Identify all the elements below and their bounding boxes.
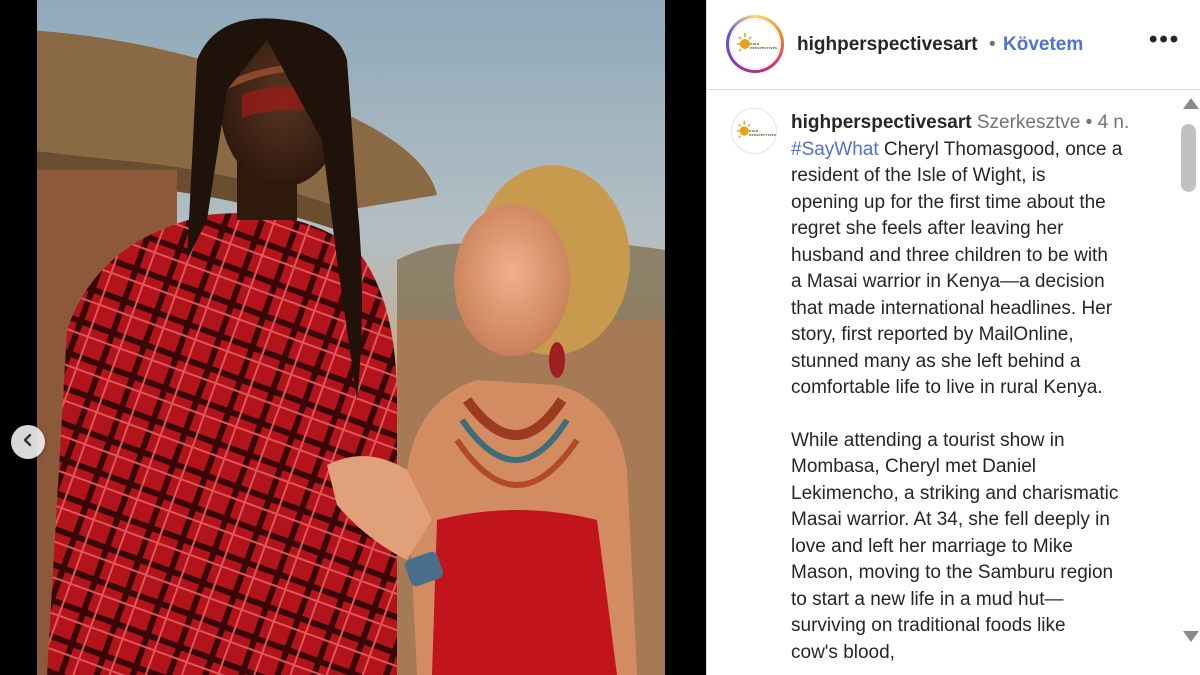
caption-text: highperspectivesart Szerkesztve • 4 n. #…	[791, 110, 1161, 666]
caption-line: While attending a tourist show in	[791, 429, 1065, 451]
caption-line: stunned many as she left behind a	[791, 350, 1081, 372]
caption-line: that made international headlines. Her	[791, 297, 1113, 319]
more-options-icon[interactable]: •••	[1149, 26, 1180, 54]
scroll-up-arrow-icon[interactable]	[1183, 98, 1199, 109]
caption-line: love and left her marriage to Mike	[791, 535, 1073, 557]
caption-line: story, first reported by MailOnline,	[791, 324, 1074, 345]
caption-line: Lekimencho, a striking and charismatic	[791, 482, 1119, 504]
caption-line: Cheryl Thomasgood, once a	[878, 138, 1123, 160]
photo-illustration	[37, 0, 665, 675]
logo-wordmark: HIGH PERSPECTIVES	[749, 129, 777, 137]
scrollbar-thumb[interactable]	[1181, 124, 1196, 192]
chevron-left-icon	[21, 433, 35, 452]
logo-wordmark: HIGH PERSPECTIVES	[750, 42, 778, 50]
caption-author-avatar[interactable]: HIGH PERSPECTIVES	[731, 108, 777, 154]
media-viewer	[0, 0, 706, 675]
follow-button[interactable]: Követem	[1003, 34, 1083, 56]
caption-line: regret she feels after leaving her	[791, 218, 1064, 239]
meta-separator: •	[1085, 112, 1093, 133]
post-side-panel: HIGH PERSPECTIVES highperspectivesart • …	[706, 0, 1200, 675]
caption-line: comfortable life to live in rural Kenya.	[791, 377, 1103, 398]
caption-line: Mombasa, Cheryl met Daniel	[791, 456, 1036, 477]
caption-line: husband and three children to be with	[791, 244, 1108, 266]
caption-line: Mason, moving to the Samburu region	[791, 562, 1114, 583]
author-avatar[interactable]: HIGH PERSPECTIVES	[726, 15, 784, 73]
post-time[interactable]: 4 n.	[1098, 112, 1130, 133]
caption-line: cow's blood,	[791, 641, 895, 663]
caption-line: resident of the Isle of Wight, is	[791, 165, 1046, 186]
caption-line: Masai warrior. At 34, she fell deeply in	[791, 509, 1110, 530]
post-header: HIGH PERSPECTIVES highperspectivesart • …	[707, 0, 1200, 90]
caption-line: surviving on traditional foods like	[791, 615, 1066, 636]
caption-scrollbar[interactable]	[1177, 90, 1200, 675]
caption-line: opening up for the first time about the	[791, 191, 1106, 213]
previous-photo-button[interactable]	[11, 425, 45, 459]
post-photo[interactable]	[37, 0, 665, 675]
scroll-down-arrow-icon[interactable]	[1183, 631, 1199, 642]
caption-username-link[interactable]: highperspectivesart	[791, 112, 972, 133]
caption-line: a Masai warrior in Kenya—a decision	[791, 271, 1105, 292]
edited-label: Szerkesztve	[976, 112, 1081, 133]
header-separator: •	[989, 34, 996, 55]
header-username-link[interactable]: highperspectivesart	[797, 34, 978, 56]
hashtag-link[interactable]: #SayWhat	[791, 139, 879, 160]
caption-scroll-area[interactable]: HIGH PERSPECTIVES highperspectivesart Sz…	[707, 90, 1200, 675]
caption-line: to start a new life in a mud hut—	[791, 588, 1064, 610]
